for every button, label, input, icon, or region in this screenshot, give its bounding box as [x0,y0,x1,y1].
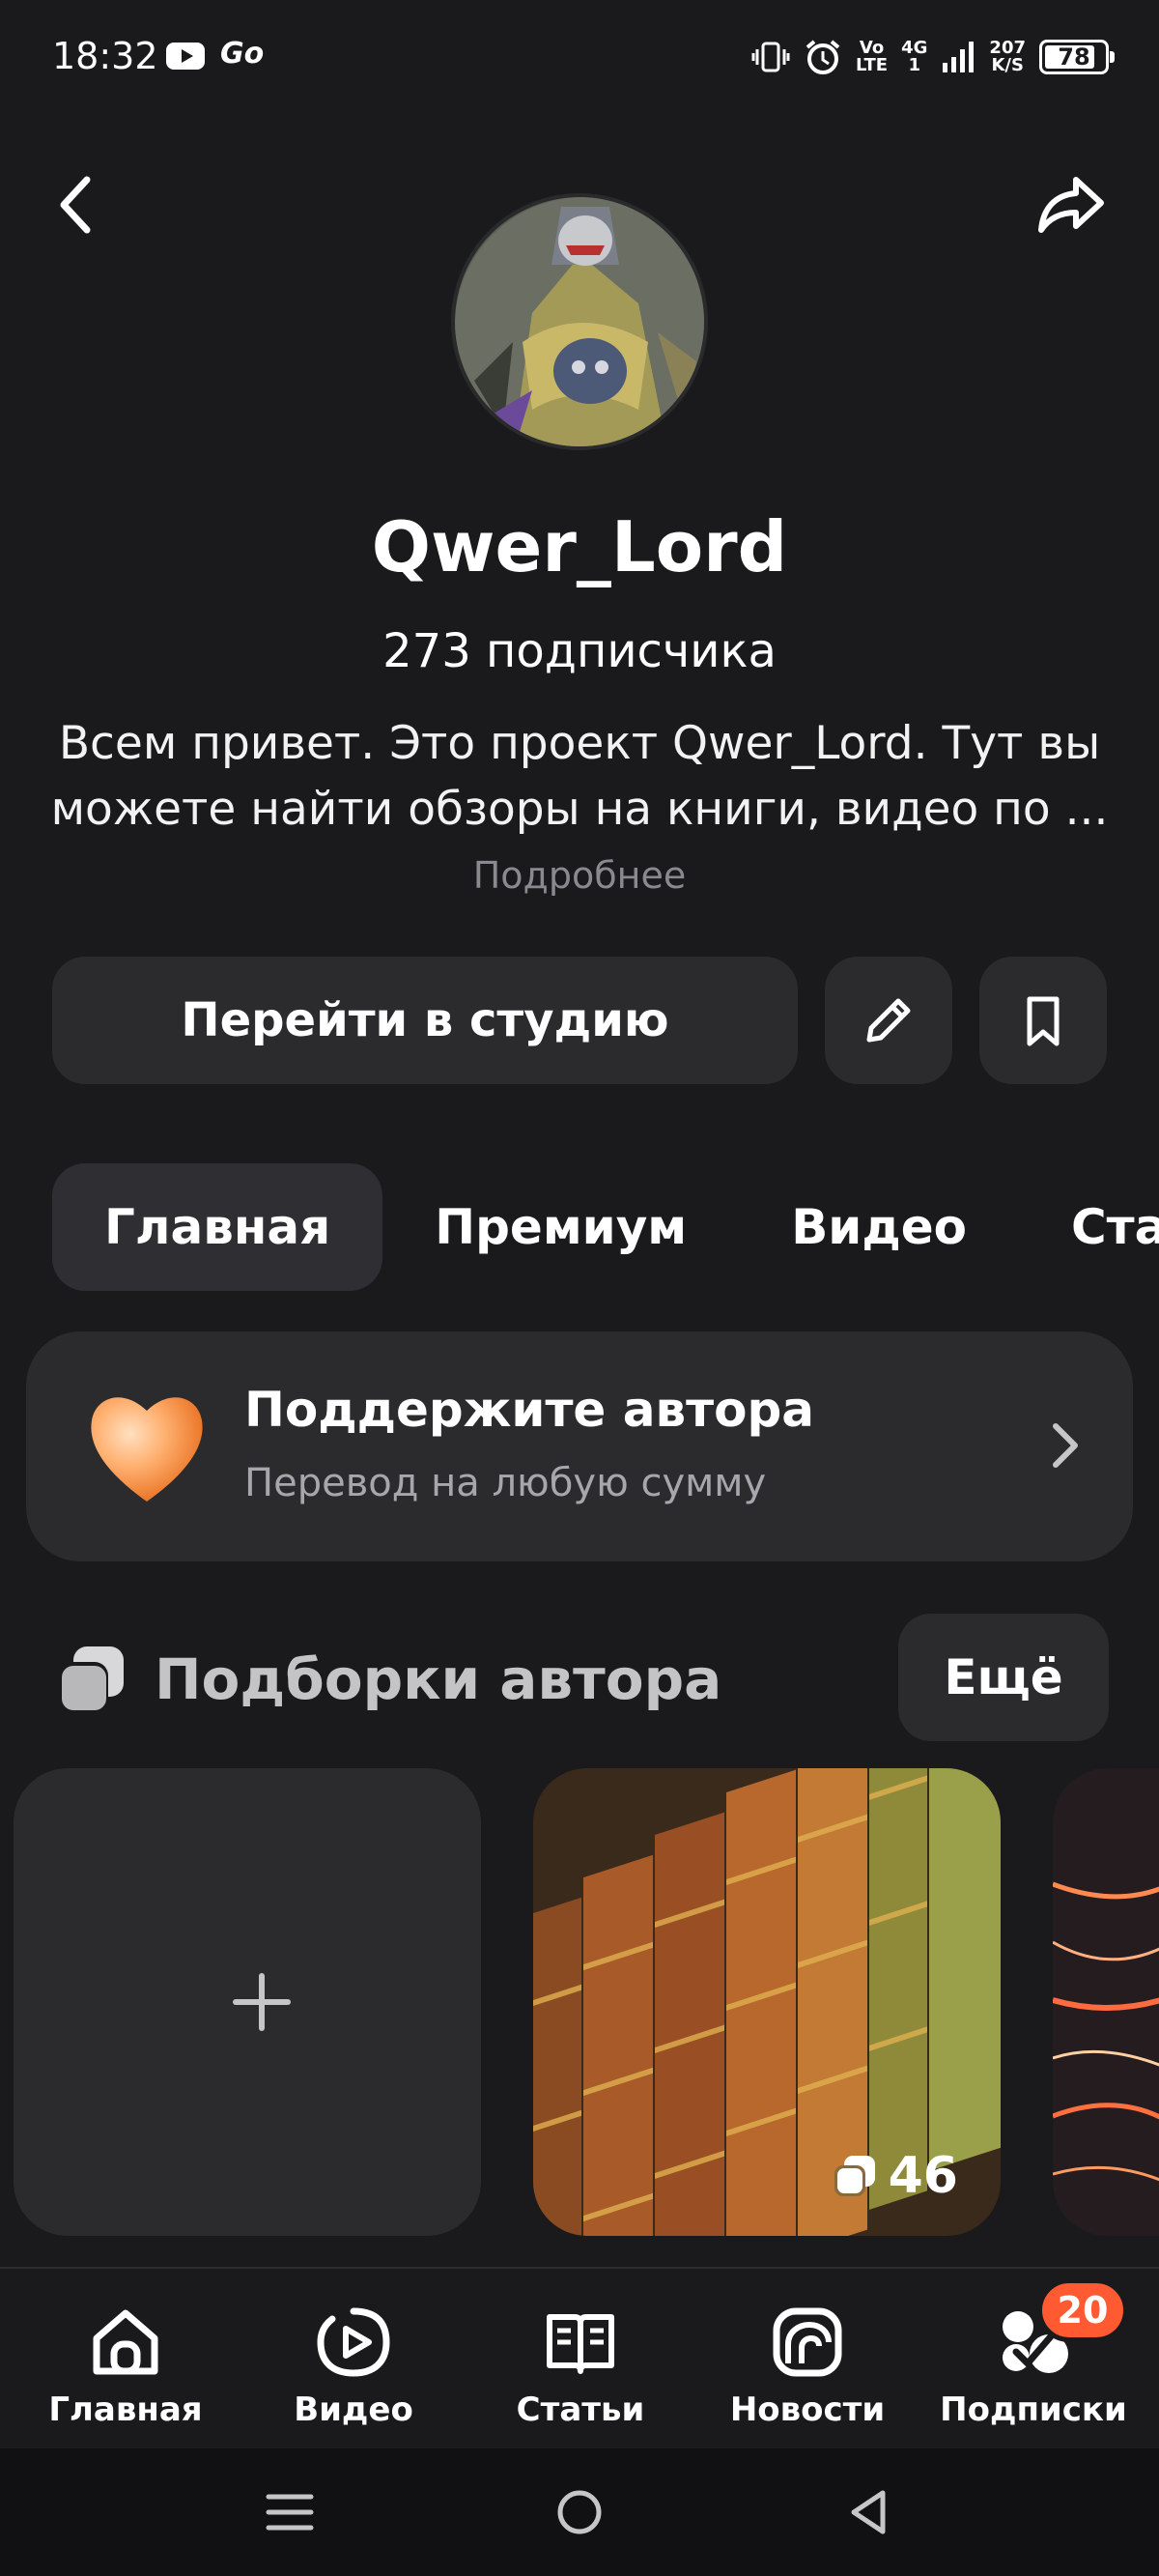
nav-label: Видео [294,2390,413,2429]
avatar-image [455,197,704,446]
back-triangle-icon[interactable] [840,2483,898,2541]
video-icon [317,2307,390,2377]
status-time: 18:32 [52,35,158,77]
collection-count-value: 46 [888,2147,958,2205]
nav-articles[interactable]: Статьи [465,2269,696,2450]
channel-avatar[interactable] [451,193,708,450]
channel-name: Qwer_Lord [371,506,788,587]
support-title: Поддержите автора [244,1382,814,1438]
status-bar: 18:32 Go Vo LTE 4G 1 207 K/S 78 [0,0,1159,116]
tab-main[interactable]: Главная [52,1163,383,1291]
add-collection-card[interactable] [14,1768,481,2236]
more-link[interactable]: Подробнее [0,854,1159,897]
home-circle-icon[interactable] [551,2483,608,2541]
network-indicator: 4G 1 [901,40,927,74]
tab-articles[interactable]: Статьи [1019,1163,1159,1291]
bottom-navigation: Главная Видео Статьи Новости Подписки [0,2267,1159,2448]
system-navigation [0,2448,1159,2576]
news-icon [773,2307,842,2377]
vibrate-icon [751,42,790,72]
signal-icon [943,42,975,72]
nav-label: Статьи [516,2390,645,2429]
pencil-icon [866,998,911,1043]
menu-icon[interactable] [261,2483,319,2541]
collections-title: Подборки автора [155,1646,722,1712]
speed-unit: K/S [991,55,1024,75]
channel-description: Всем привет. Это проект Qwer_Lord. Тут в… [50,717,1109,836]
tab-video[interactable]: Видео [739,1163,1019,1291]
back-arrow-icon [60,176,91,234]
battery-level: 78 [1058,43,1090,71]
chevron-right-icon [1053,1423,1078,1468]
nav-video[interactable]: Видео [238,2269,469,2450]
channel-page: 18:32 Go Vo LTE 4G 1 207 K/S 78 Qwer_Lor… [0,0,1159,2576]
bookmark-button[interactable] [979,957,1107,1084]
subscriptions-badge: 20 [1037,2278,1128,2342]
collection-card[interactable]: 46 [533,1768,1001,2236]
bookmark-icon [1027,996,1060,1046]
alarm-icon [806,40,840,74]
studio-button[interactable]: Перейти в студию [52,957,798,1084]
collections-icon [834,2156,875,2196]
tab-premium[interactable]: Премиум [382,1163,739,1291]
nav-label: Подписки [940,2390,1127,2429]
battery-icon: 78 [1039,40,1115,74]
heart-icon [91,1397,203,1502]
subscriber-count: 273 подписчика [382,624,777,678]
back-button[interactable] [50,170,112,240]
volte-indicator: Vo LTE [856,40,888,74]
share-icon [1038,177,1104,233]
volte-bottom: LTE [856,55,889,75]
youtube-icon [166,43,205,70]
collection-card[interactable] [1053,1768,1159,2236]
collections-more-button[interactable]: Ещё [898,1614,1109,1741]
collection-count: 46 [831,2147,958,2205]
nav-home[interactable]: Главная [10,2269,241,2450]
light-trails-image [1053,1768,1159,2236]
nav-news[interactable]: Новости [692,2269,923,2450]
support-subtitle: Перевод на любую сумму [244,1461,767,1505]
go-icon: Go [220,37,265,71]
home-icon [93,2309,158,2375]
collections-icon [58,1646,124,1712]
nav-label: Главная [48,2390,203,2429]
network-sim: 1 [908,55,921,75]
status-indicators: Vo LTE 4G 1 207 K/S 78 [751,33,1115,81]
edit-button[interactable] [825,957,952,1084]
channel-tabs: Главная Премиум Видео Статьи [52,1163,1159,1291]
articles-icon [547,2314,614,2374]
nav-label: Новости [729,2390,886,2429]
speed-indicator: 207 K/S [989,40,1026,74]
share-button[interactable] [1035,170,1109,240]
support-author-card[interactable]: Поддержите автора Перевод на любую сумму [26,1331,1133,1561]
